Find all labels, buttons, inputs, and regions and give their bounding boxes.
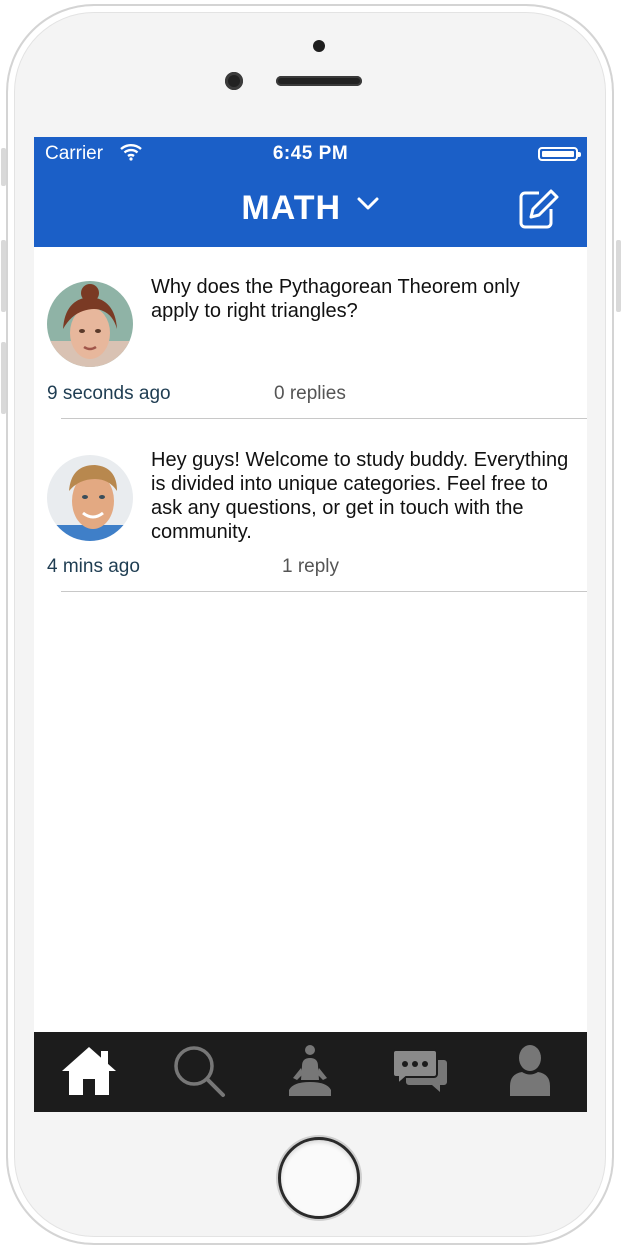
- status-bar: Carrier 6:45 PM: [34, 137, 587, 171]
- home-button[interactable]: [278, 1137, 360, 1219]
- avatar[interactable]: [47, 281, 133, 367]
- search-icon: [172, 1044, 226, 1103]
- compose-icon[interactable]: [517, 187, 561, 236]
- volume-down-button: [1, 342, 6, 414]
- app-screen: Carrier 6:45 PM MATH Why does the Pythag…: [34, 137, 587, 1112]
- category-selector[interactable]: MATH: [34, 189, 587, 228]
- post-timestamp: 4 mins ago: [47, 556, 140, 577]
- avatar[interactable]: [47, 455, 133, 541]
- reply-count[interactable]: 0 replies: [274, 383, 346, 405]
- silent-switch: [1, 148, 6, 186]
- tab-search[interactable]: [169, 1044, 229, 1103]
- tab-bar: [34, 1032, 587, 1112]
- tab-home[interactable]: [59, 1046, 119, 1100]
- reply-count[interactable]: 1 reply: [282, 556, 339, 578]
- post-text: Hey guys! Welcome to study buddy. Everyt…: [151, 449, 569, 543]
- nav-bar: MATH: [34, 171, 587, 247]
- post-item[interactable]: Hey guys! Welcome to study buddy. Everyt…: [34, 419, 587, 592]
- profile-icon: [508, 1044, 552, 1103]
- status-time: 6:45 PM: [272, 143, 349, 164]
- nav-title: MATH: [241, 189, 342, 227]
- divider: [61, 591, 587, 592]
- tab-meditate[interactable]: [280, 1044, 340, 1103]
- front-camera: [225, 72, 243, 90]
- earpiece-speaker: [276, 76, 362, 86]
- battery-icon: [538, 147, 581, 161]
- post-timestamp: 9 seconds ago: [47, 383, 171, 404]
- post-text: Why does the Pythagorean Theorem only ap…: [151, 276, 520, 322]
- chat-icon: [392, 1048, 448, 1099]
- home-icon: [60, 1045, 118, 1102]
- post-item[interactable]: Why does the Pythagorean Theorem only ap…: [34, 247, 587, 419]
- chevron-down-icon: [356, 196, 380, 217]
- meditation-icon: [287, 1044, 333, 1103]
- volume-up-button: [1, 240, 6, 312]
- power-button: [616, 240, 621, 312]
- sensor-dot: [313, 40, 325, 52]
- tab-chat[interactable]: [390, 1046, 450, 1100]
- tab-profile[interactable]: [500, 1044, 560, 1103]
